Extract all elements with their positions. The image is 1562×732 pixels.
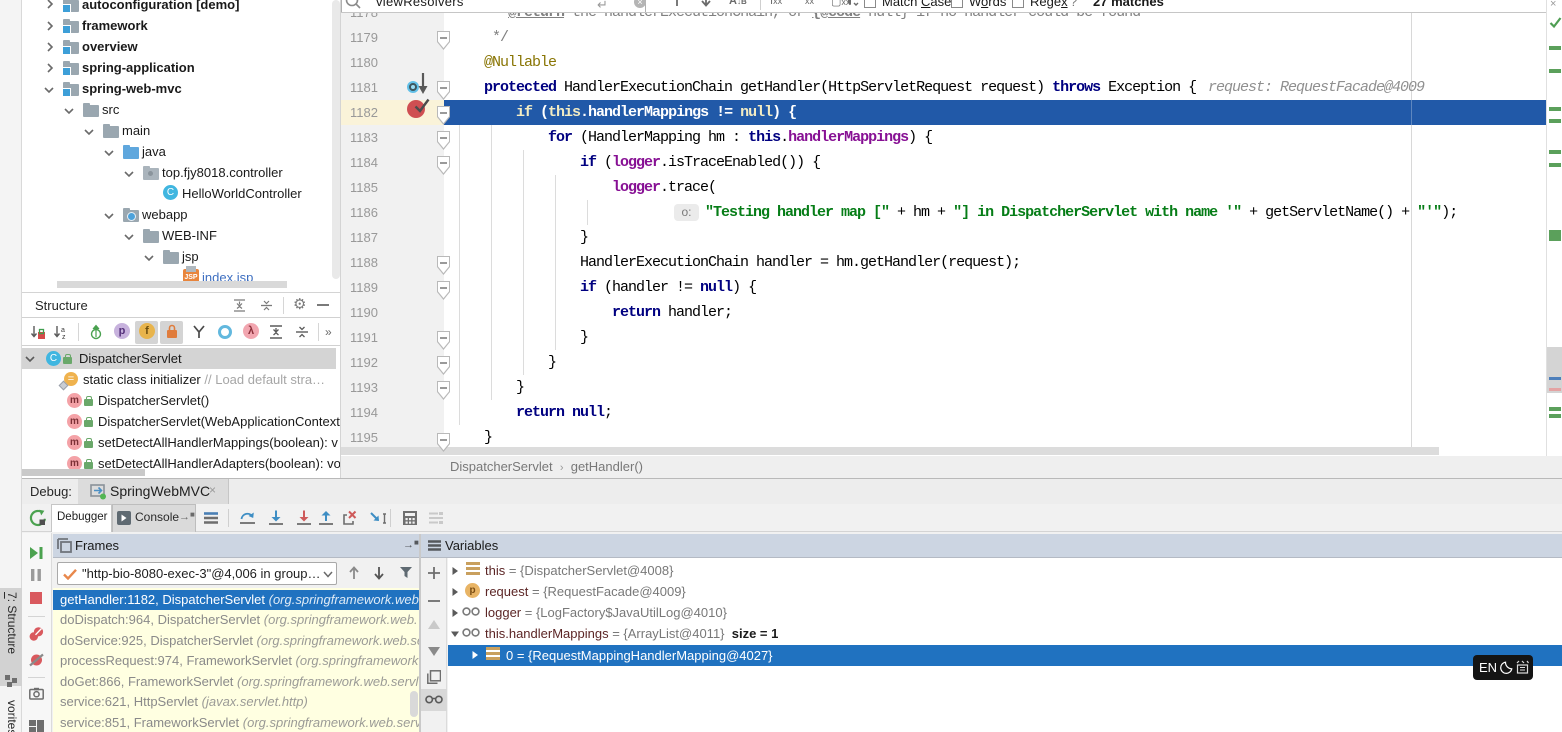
svg-text:a: a — [61, 327, 65, 334]
svg-text:z: z — [62, 334, 66, 341]
